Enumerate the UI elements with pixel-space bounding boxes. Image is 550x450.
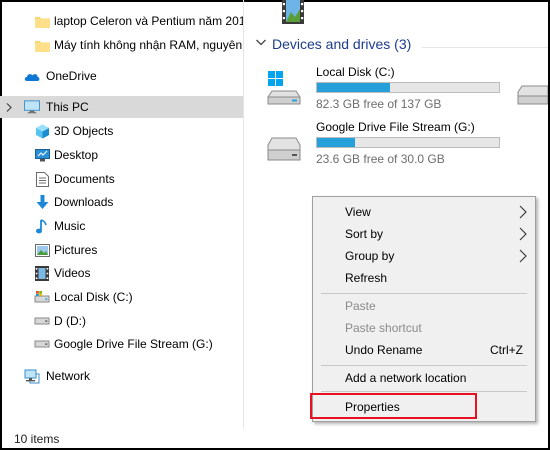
drive-usage-fill	[317, 83, 390, 92]
folder-icon	[34, 13, 50, 29]
nav-item-label: Desktop	[54, 148, 99, 162]
nav-item-label: Local Disk (C:)	[54, 290, 133, 304]
group-divider	[422, 47, 548, 48]
menu-item-label: Sort by	[345, 227, 384, 241]
nav-item-videos[interactable]: Videos	[0, 262, 243, 284]
music-note-icon	[34, 218, 50, 234]
drive-google-drive-g[interactable]: Google Drive File Stream (G:) 23.6 GB fr…	[316, 120, 506, 166]
nav-item-music[interactable]: Music	[0, 215, 243, 237]
nav-item-pictures[interactable]: Pictures	[0, 239, 243, 261]
nav-item-label: This PC	[46, 100, 89, 114]
drive-icon	[516, 84, 549, 106]
nav-item-label: Documents	[54, 172, 115, 186]
submenu-arrow-icon	[519, 227, 527, 241]
nav-item-documents[interactable]: Documents	[0, 168, 243, 190]
drive-usage-fill	[317, 138, 356, 147]
drive-local-disk-c[interactable]: Local Disk (C:) 82.3 GB free of 137 GB	[316, 65, 506, 111]
folder-icon	[34, 37, 50, 53]
menu-item-label: View	[345, 205, 371, 219]
nav-item-label: Google Drive File Stream (G:)	[54, 337, 213, 351]
menu-item-label: Undo Rename	[345, 343, 423, 357]
drive-usage-bar	[316, 137, 500, 148]
drive-free-space: 82.3 GB free of 137 GB	[316, 97, 442, 111]
documents-icon	[34, 171, 50, 187]
nav-item-label: Network	[46, 369, 91, 383]
navigation-pane: laptop Celeron và Pentium năm 2019 Máy t…	[0, 0, 243, 428]
menu-item-label: Paste	[345, 299, 376, 313]
submenu-arrow-icon	[519, 249, 527, 263]
nav-item-3d-objects[interactable]: 3D Objects	[0, 120, 243, 142]
nav-item-label: 3D Objects	[54, 124, 114, 138]
nav-item-label: D (D:)	[54, 314, 86, 328]
nav-item-label: Downloads	[54, 195, 114, 209]
group-title: Devices and drives (3)	[272, 36, 412, 52]
menu-item-group-by[interactable]: Group by	[313, 245, 535, 267]
video-thumbnail-icon	[282, 0, 304, 24]
menu-item-shortcut: Ctrl+Z	[490, 343, 523, 357]
drive-icon	[34, 313, 50, 329]
menu-item-paste-shortcut[interactable]: Paste shortcut	[313, 317, 535, 339]
nav-item-onedrive[interactable]: OneDrive	[0, 65, 243, 87]
drive-icon	[34, 336, 50, 352]
submenu-arrow-icon	[519, 205, 527, 219]
drive-free-space: 23.6 GB free of 30.0 GB	[316, 152, 445, 166]
nav-item-label: OneDrive	[46, 69, 97, 83]
menu-item-sort-by[interactable]: Sort by	[313, 223, 535, 245]
nav-item-local-disk-c[interactable]: Local Disk (C:)	[0, 286, 243, 308]
menu-item-undo-rename[interactable]: Undo Rename Ctrl+Z	[313, 339, 535, 361]
drive-name: Google Drive File Stream (G:)	[316, 120, 475, 134]
context-menu: View Sort by Group by Refresh Paste Past…	[312, 196, 536, 422]
properties-highlight-box	[310, 393, 477, 419]
menu-separator	[321, 391, 527, 392]
menu-item-label: Refresh	[345, 271, 388, 285]
menu-item-paste[interactable]: Paste	[313, 295, 535, 317]
nav-item-desktop[interactable]: Desktop	[0, 144, 243, 166]
this-pc-monitor-icon	[24, 99, 40, 115]
menu-separator	[321, 293, 527, 294]
nav-item-network[interactable]: Network	[0, 365, 243, 387]
devices-and-drives-header[interactable]: Devices and drives (3)	[256, 36, 411, 52]
nav-item-recent-2[interactable]: Máy tính không nhận RAM, nguyên	[0, 34, 243, 56]
nav-item-label: Music	[54, 219, 86, 233]
drive-icon	[266, 137, 302, 161]
local-disk-icon	[34, 289, 50, 305]
nav-item-this-pc[interactable]: This PC	[0, 96, 243, 118]
menu-item-refresh[interactable]: Refresh	[313, 267, 535, 289]
chevron-right-icon[interactable]	[4, 99, 14, 115]
network-icon	[24, 368, 40, 384]
chevron-down-icon[interactable]	[256, 39, 266, 49]
drive-usage-bar	[316, 82, 500, 93]
menu-item-add-network-location[interactable]: Add a network location	[313, 367, 535, 389]
download-arrow-icon	[34, 194, 50, 210]
nav-item-label: Máy tính không nhận RAM, nguyên	[54, 38, 243, 52]
nav-item-d-drive[interactable]: D (D:)	[0, 310, 243, 332]
menu-item-label: Add a network location	[345, 371, 467, 385]
nav-item-label: Videos	[54, 266, 91, 280]
nav-item-recent-1[interactable]: laptop Celeron và Pentium năm 2019	[0, 10, 243, 32]
menu-item-label: Paste shortcut	[345, 321, 422, 335]
onedrive-cloud-icon	[24, 68, 40, 84]
desktop-icon	[34, 147, 50, 163]
nav-item-downloads[interactable]: Downloads	[0, 191, 243, 213]
drive-name: Local Disk (C:)	[316, 65, 395, 79]
3d-objects-icon	[34, 123, 50, 139]
pictures-icon	[34, 242, 50, 258]
windows-drive-icon	[266, 71, 302, 105]
nav-item-google-drive[interactable]: Google Drive File Stream (G:)	[0, 333, 243, 355]
menu-separator	[321, 365, 527, 366]
videos-filmstrip-icon	[34, 265, 50, 281]
status-item-count: 10 items	[14, 432, 60, 446]
menu-item-label: Group by	[345, 249, 395, 263]
nav-item-label: Pictures	[54, 243, 98, 257]
menu-item-view[interactable]: View	[313, 201, 535, 223]
nav-item-label: laptop Celeron và Pentium năm 2019	[54, 14, 243, 28]
